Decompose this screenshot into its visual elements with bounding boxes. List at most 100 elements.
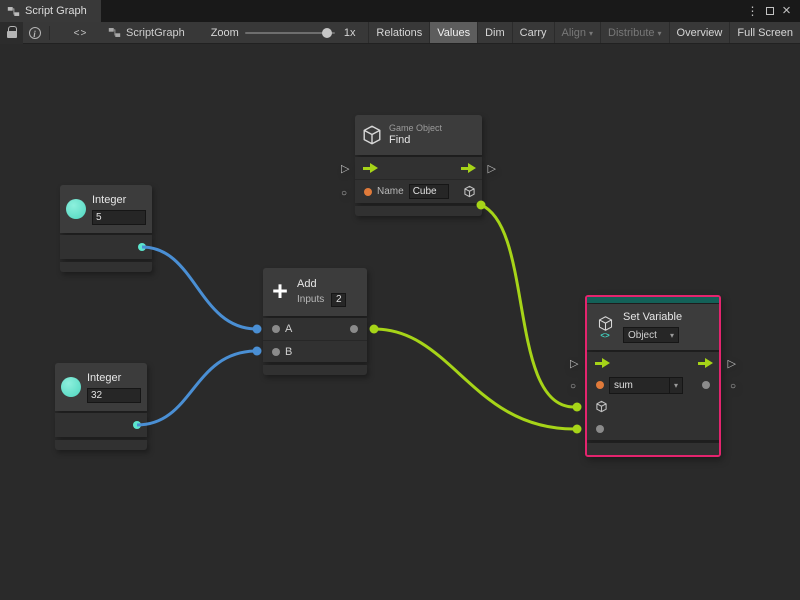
code-icon	[74, 27, 88, 39]
game-object-icon	[463, 185, 476, 198]
graph-breadcrumb[interactable]: ScriptGraph	[108, 26, 185, 39]
port-label: A	[285, 323, 292, 335]
node-header[interactable]: Set Variable Object	[587, 304, 719, 350]
code-brackets-icon	[600, 332, 609, 339]
integer-output-port[interactable]	[133, 421, 141, 429]
add-input-b-port[interactable]	[272, 348, 280, 356]
value-input-port[interactable]	[596, 425, 604, 433]
window-menu-icon[interactable]	[744, 3, 761, 20]
node-integer-bottom[interactable]: Integer 32	[55, 363, 147, 450]
wire-endpoint[interactable]	[573, 403, 582, 412]
carry-button[interactable]: Carry	[512, 22, 554, 43]
distribute-button[interactable]: Distribute	[600, 22, 668, 43]
node-integer-top[interactable]: Integer 5	[60, 185, 152, 272]
tab-title: Script Graph	[25, 5, 87, 17]
node-footer	[60, 262, 152, 272]
wire-add-to-setvariable-value[interactable]	[374, 329, 574, 429]
value-out-connector[interactable]	[730, 378, 736, 393]
lock-button[interactable]	[0, 22, 23, 44]
chevron-down-icon	[670, 330, 674, 341]
chevron-down-icon	[589, 27, 593, 39]
name-connector[interactable]	[341, 185, 347, 200]
flow-out-connector[interactable]	[488, 161, 496, 176]
node-title: Integer	[92, 194, 146, 207]
wire-integer5-to-add-a[interactable]	[142, 247, 257, 329]
flow-out-icon[interactable]	[461, 163, 476, 173]
wire-find-to-setvariable-target[interactable]	[481, 205, 574, 407]
variable-scope-dropdown[interactable]: Object	[623, 327, 679, 343]
node-footer	[55, 440, 147, 450]
align-button[interactable]: Align	[554, 22, 600, 43]
info-icon	[29, 27, 41, 39]
toolbar-separator	[49, 26, 50, 40]
graph-name: ScriptGraph	[126, 27, 185, 39]
wire-endpoint[interactable]	[370, 325, 379, 334]
wire-integer32-to-add-b[interactable]	[137, 351, 257, 425]
wire-endpoint[interactable]	[253, 347, 262, 356]
node-footer	[355, 206, 482, 216]
node-footer	[587, 443, 719, 455]
wire-endpoint[interactable]	[573, 425, 582, 434]
overview-button[interactable]: Overview	[669, 22, 730, 43]
value-output-port[interactable]	[702, 381, 710, 389]
flow-in-connector[interactable]	[341, 161, 349, 176]
set-variable-icon	[593, 315, 617, 339]
add-icon	[269, 280, 291, 305]
variable-name-port[interactable]	[596, 381, 604, 389]
variable-name-dropdown[interactable]: sum	[609, 377, 683, 394]
name-input-port[interactable]	[364, 188, 372, 196]
flow-out-connector[interactable]	[728, 356, 736, 371]
script-graph-window: Script Graph ScriptGraph Zoom	[0, 0, 800, 600]
node-footer	[263, 365, 367, 375]
node-title: Find	[389, 134, 476, 147]
node-category: Game Object	[389, 123, 476, 134]
add-output-port[interactable]	[350, 325, 358, 333]
name-value-input[interactable]: Cube	[409, 184, 449, 199]
variable-connector[interactable]	[570, 378, 576, 393]
relations-button[interactable]: Relations	[368, 22, 429, 43]
node-header[interactable]: Add Inputs 2	[263, 268, 367, 316]
flow-out-icon[interactable]	[698, 358, 713, 368]
game-object-icon	[361, 124, 383, 146]
flow-in-connector[interactable]	[570, 356, 578, 371]
flow-in-icon[interactable]	[595, 358, 610, 368]
wire-endpoint[interactable]	[253, 325, 262, 334]
values-button[interactable]: Values	[429, 22, 477, 43]
chevron-down-icon	[658, 27, 662, 39]
flow-in-icon[interactable]	[363, 163, 378, 173]
integer-value-input[interactable]: 5	[92, 210, 146, 225]
integer-output-port[interactable]	[138, 243, 146, 251]
node-header[interactable]: Integer 5	[60, 185, 152, 233]
edit-source-button[interactable]	[69, 22, 92, 44]
node-set-variable[interactable]: Set Variable Object sum	[585, 295, 721, 457]
graph-tab-icon	[7, 5, 20, 18]
chevron-down-icon	[669, 378, 682, 393]
add-input-a-port[interactable]	[272, 325, 280, 333]
script-graph-icon	[108, 26, 121, 39]
node-title: Integer	[87, 372, 141, 385]
variable-kind-strip	[587, 297, 719, 303]
node-find[interactable]: Game Object Find Name Cube	[355, 115, 482, 216]
variable-scope-value: Object	[628, 330, 657, 341]
fullscreen-button[interactable]: Full Screen	[729, 22, 800, 43]
node-add[interactable]: Add Inputs 2 A B	[263, 268, 367, 375]
graph-canvas[interactable]: Integer 5 Integer 32	[0, 44, 800, 600]
close-icon[interactable]	[778, 3, 795, 20]
integer-value-input[interactable]: 32	[87, 388, 141, 403]
game-object-icon	[595, 400, 608, 413]
inputs-label: Inputs	[297, 294, 324, 305]
maximize-icon[interactable]	[761, 3, 778, 20]
zoom-slider-handle[interactable]	[322, 28, 332, 38]
integer-icon	[61, 377, 81, 397]
node-header[interactable]: Game Object Find	[355, 115, 482, 155]
inputs-count-input[interactable]: 2	[331, 293, 346, 307]
game-object-output-port[interactable]	[463, 185, 476, 198]
node-header[interactable]: Integer 32	[55, 363, 147, 411]
game-object-input-port[interactable]	[595, 400, 608, 413]
node-title: Add	[297, 278, 361, 291]
name-label: Name	[377, 186, 404, 197]
zoom-slider[interactable]	[245, 22, 337, 44]
inspect-button[interactable]	[23, 22, 46, 44]
dim-button[interactable]: Dim	[477, 22, 512, 43]
tab-script-graph[interactable]: Script Graph	[0, 0, 101, 22]
